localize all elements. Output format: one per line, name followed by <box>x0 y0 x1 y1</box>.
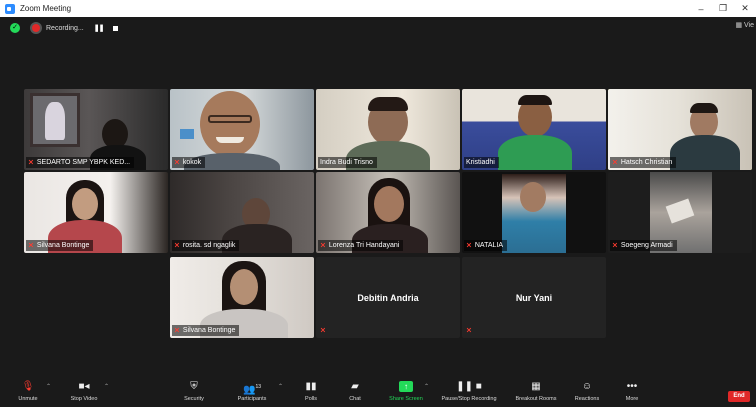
record-icon: ❚❚ ■ <box>456 381 482 392</box>
participant-name: Silvana Bontinge <box>182 327 236 334</box>
participant-name: Indra Budi Trisno <box>320 159 373 166</box>
muted-mic-icon: ⨯ <box>612 159 618 166</box>
video-tile[interactable]: ⨯ kokok <box>170 89 314 170</box>
participant-name: NATALIA <box>474 242 504 249</box>
wall-photo <box>30 93 80 147</box>
video-tile[interactable]: ⨯ Soegeng Armadi <box>608 172 752 253</box>
muted-mic-icon: ⨯ <box>320 242 326 249</box>
participant-nameplate: Kristiadhi <box>464 157 499 168</box>
participant-name: Soegeng Armadi <box>620 242 673 249</box>
participants-icon: 👥13 <box>242 384 261 396</box>
share-screen-icon: ↑ <box>386 380 426 394</box>
participant-name: Silvana Bontinge <box>36 242 90 249</box>
video-tile-off[interactable]: Debitin Andria ⨯ <box>316 257 460 338</box>
pause-recording-icon[interactable]: ❚❚ <box>94 24 105 32</box>
meeting-topbar: ✓ Recording... ❚❚ ▦ Vie <box>0 17 756 39</box>
security-button[interactable]: ⛨ Security <box>178 380 210 402</box>
participant-name: Hatsch Christian <box>620 159 673 166</box>
participant-name: Lorenza Tri Handayani <box>328 242 400 249</box>
muted-mic-icon: ⨯ <box>174 159 180 166</box>
video-camera-icon: ■◂ <box>78 381 90 392</box>
video-tile[interactable]: ⨯ Silvana Bontinge <box>24 172 168 253</box>
participant-nameplate: ⨯ <box>464 325 479 336</box>
video-tile[interactable]: Indra Budi Trisno <box>316 89 460 170</box>
breakout-rooms-button[interactable]: ▦ Breakout Rooms <box>510 380 562 402</box>
window-controls: – ❐ ✕ <box>690 0 756 17</box>
video-tile-off[interactable]: Nur Yani ⨯ <box>462 257 606 338</box>
participant-name: Nur Yani <box>515 293 553 303</box>
muted-mic-icon: ⨯ <box>28 159 34 166</box>
participant-name: rosita. sd ngaglik <box>182 242 236 249</box>
breakout-rooms-icon: ▦ <box>531 381 541 392</box>
muted-mic-icon: ⨯ <box>612 242 618 249</box>
participant-nameplate: ⨯ rosita. sd ngaglik <box>172 240 240 251</box>
video-tile[interactable]: ⨯ NATALIA <box>462 172 606 253</box>
participant-nameplate: ⨯ kokok <box>172 157 206 168</box>
video-tile[interactable]: Kristiadhi <box>462 89 606 170</box>
video-tile[interactable]: ⨯ Silvana Bontinge <box>170 257 314 338</box>
participant-name: Kristiadhi <box>466 159 495 166</box>
muted-mic-icon: ⨯ <box>174 327 180 334</box>
muted-mic-icon: ⨯ <box>174 242 180 249</box>
shield-icon: ⛨ <box>190 381 198 392</box>
participants-options-chevron-icon[interactable]: ⌃ <box>278 383 283 390</box>
participants-count: 13 <box>255 384 261 390</box>
participant-nameplate: ⨯ Hatsch Christian <box>610 157 677 168</box>
audio-options-chevron-icon[interactable]: ⌃ <box>46 383 51 390</box>
meeting-toolbar: 🎙 Unmute ⌃ ■◂ Stop Video ⌃ ⛨ Security 👥1… <box>0 377 756 407</box>
more-icon: ••• <box>626 381 638 392</box>
participant-nameplate: ⨯ <box>318 325 333 336</box>
participant-name: kokok <box>182 159 202 166</box>
security-shield-icon[interactable]: ✓ <box>10 23 20 33</box>
stop-recording-icon[interactable] <box>113 25 119 31</box>
pause-stop-recording-button[interactable]: ❚❚ ■ Pause/Stop Recording <box>436 380 502 402</box>
video-options-chevron-icon[interactable]: ⌃ <box>104 383 109 390</box>
reactions-icon: ☺ <box>581 381 593 392</box>
restore-icon[interactable]: ❐ <box>712 3 734 14</box>
participant-name: Debitin Andria <box>357 293 419 303</box>
reactions-button[interactable]: ☺ Reactions <box>570 380 604 402</box>
share-options-chevron-icon[interactable]: ⌃ <box>424 383 429 390</box>
polls-icon: ▮▮ <box>305 381 317 392</box>
recording-dot-icon <box>32 24 40 32</box>
view-button[interactable]: ▦ Vie <box>735 21 754 29</box>
participant-nameplate: ⨯ Lorenza Tri Handayani <box>318 240 404 251</box>
microphone-icon: 🎙 <box>21 381 35 392</box>
video-tile[interactable]: ⨯ rosita. sd ngaglik <box>170 172 314 253</box>
recording-status: Recording... <box>46 24 84 32</box>
video-tile[interactable]: ⨯ Lorenza Tri Handayani <box>316 172 460 253</box>
chat-button[interactable]: ▰ Chat <box>342 380 368 402</box>
participant-nameplate: ⨯ Soegeng Armadi <box>610 240 677 251</box>
participant-nameplate: ⨯ NATALIA <box>464 240 508 251</box>
end-meeting-button[interactable]: End <box>728 391 750 402</box>
stop-video-button[interactable]: ■◂ Stop Video <box>64 380 104 402</box>
share-screen-button[interactable]: ↑ Share Screen <box>386 380 426 402</box>
video-tile-active-speaker[interactable]: ⨯ Hatsch Christian <box>608 89 752 170</box>
chat-icon: ▰ <box>351 381 359 392</box>
muted-mic-icon: ⨯ <box>466 327 472 334</box>
participant-nameplate: ⨯ SEDARTO SMP YBPK KED... <box>26 157 135 168</box>
muted-mic-icon: ⨯ <box>320 327 326 334</box>
participants-button[interactable]: 👥13 Participants <box>232 380 272 402</box>
more-button[interactable]: ••• More <box>620 380 644 402</box>
participant-name: SEDARTO SMP YBPK KED... <box>36 159 131 166</box>
muted-mic-icon: ⨯ <box>466 242 472 249</box>
window-titlebar: Zoom Meeting – ❐ ✕ <box>0 0 756 17</box>
unmute-button[interactable]: 🎙 Unmute <box>14 380 42 402</box>
window-title: Zoom Meeting <box>20 4 72 13</box>
polls-button[interactable]: ▮▮ Polls <box>298 380 324 402</box>
close-icon[interactable]: ✕ <box>734 3 756 14</box>
participant-nameplate: Indra Budi Trisno <box>318 157 377 168</box>
minimize-icon[interactable]: – <box>690 4 712 14</box>
muted-mic-icon: ⨯ <box>28 242 34 249</box>
zoom-app-icon <box>5 3 15 14</box>
participant-nameplate: ⨯ Silvana Bontinge <box>172 325 240 336</box>
participant-nameplate: ⨯ Silvana Bontinge <box>26 240 94 251</box>
video-tile[interactable]: ⨯ SEDARTO SMP YBPK KED... <box>24 89 168 170</box>
